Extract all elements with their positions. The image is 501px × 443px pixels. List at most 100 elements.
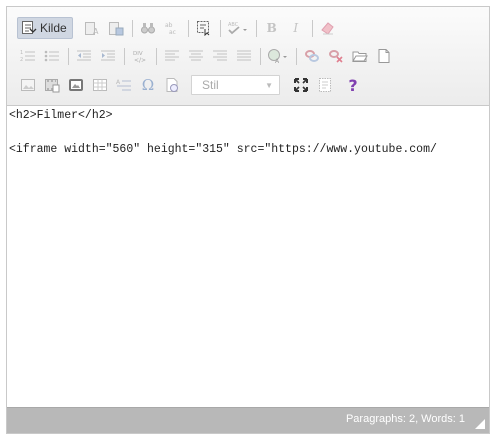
- link-icon: [305, 50, 319, 62]
- unlink-icon: [329, 50, 343, 63]
- image-button[interactable]: [17, 75, 39, 95]
- italic-button[interactable]: I: [285, 18, 307, 38]
- iframe-button[interactable]: [65, 75, 87, 95]
- numbered-list-button[interactable]: 1 2: [17, 46, 39, 66]
- svg-text:A: A: [116, 79, 121, 86]
- align-left-icon: [165, 50, 179, 61]
- separator: [131, 19, 133, 37]
- indent-icon: [101, 50, 115, 61]
- paste-text-button[interactable]: A: [81, 18, 103, 38]
- select-all-button[interactable]: [193, 18, 215, 38]
- anchor-button[interactable]: [349, 46, 371, 66]
- paste-from-word-icon: [108, 22, 124, 36]
- horizontal-rule-icon: A: [116, 79, 131, 91]
- table-button[interactable]: [89, 75, 111, 95]
- rich-text-editor: Kilde A ab ac ABC B I 1 2 DIV </> A A Ω …: [6, 6, 490, 434]
- editor-toolbar: Kilde A ab ac ABC B I 1 2 DIV </> A A Ω …: [7, 7, 489, 106]
- svg-text:A: A: [275, 58, 280, 64]
- align-center-icon: [189, 50, 203, 61]
- replace-icon: ab ac: [165, 22, 176, 36]
- style-select[interactable]: Stil ▼: [191, 75, 280, 95]
- outdent-icon: [77, 50, 91, 61]
- bold-icon: B: [266, 21, 277, 35]
- align-left-button[interactable]: [161, 46, 183, 66]
- outdent-button[interactable]: [73, 46, 95, 66]
- help-icon: ?: [348, 75, 358, 95]
- spellcheck-icon: ABC: [228, 22, 247, 35]
- maximize-button[interactable]: [290, 75, 312, 95]
- style-select-value: Stil: [202, 78, 219, 92]
- omega-icon: Ω: [141, 76, 155, 94]
- flash-button[interactable]: [41, 75, 63, 95]
- separator: [311, 19, 313, 37]
- replace-button[interactable]: ab ac: [161, 18, 183, 38]
- separator: [219, 19, 221, 37]
- language-button[interactable]: A: [265, 46, 291, 66]
- horizontal-rule-button[interactable]: A: [113, 75, 135, 95]
- align-right-button[interactable]: [209, 46, 231, 66]
- paste-text-icon: A: [84, 22, 99, 36]
- binoculars-icon: [140, 23, 155, 34]
- table-icon: [93, 79, 107, 91]
- separator: [255, 19, 257, 37]
- link-button[interactable]: [301, 46, 323, 66]
- maximize-icon: [294, 78, 308, 92]
- indent-button[interactable]: [97, 46, 119, 66]
- new-page-button[interactable]: [373, 46, 395, 66]
- show-blocks-button[interactable]: [314, 75, 336, 95]
- source-editing-area[interactable]: <h2>Filmer</h2> <iframe width="560" heig…: [7, 106, 489, 408]
- film-icon: [45, 79, 60, 93]
- spellcheck-button[interactable]: ABC: [225, 18, 251, 38]
- source-line: <iframe width="560" height="315" src="ht…: [9, 143, 437, 156]
- svg-text:ac: ac: [169, 29, 176, 36]
- iframe-icon: [69, 79, 83, 91]
- language-icon: A: [268, 49, 287, 64]
- svg-text:1: 1: [20, 50, 23, 56]
- justify-icon: [237, 50, 251, 61]
- create-div-button[interactable]: DIV </>: [129, 46, 151, 66]
- toolbar-row-2: 1 2 DIV </> A: [17, 45, 397, 67]
- separator: [68, 47, 69, 65]
- svg-text:ab: ab: [165, 22, 173, 29]
- separator: [296, 47, 297, 65]
- unlink-button[interactable]: [325, 46, 347, 66]
- toolbar-row-1: Kilde A ab ac ABC B I: [17, 17, 341, 39]
- svg-text:A: A: [93, 27, 99, 36]
- svg-text:</>: </>: [134, 57, 146, 64]
- align-center-button[interactable]: [185, 46, 207, 66]
- find-button[interactable]: [137, 18, 159, 38]
- source-icon: [22, 21, 37, 34]
- show-blocks-icon: [319, 78, 331, 92]
- separator: [156, 47, 157, 65]
- status-bar: Paragraphs: 2, Words: 1: [7, 407, 489, 433]
- svg-text:ABC: ABC: [228, 22, 239, 28]
- bulleted-list-button[interactable]: [41, 46, 63, 66]
- eraser-icon: [320, 22, 334, 35]
- svg-text:2: 2: [20, 57, 23, 63]
- page-break-icon: [166, 78, 178, 92]
- word-count: Paragraphs: 2, Words: 1: [345, 413, 465, 425]
- select-all-icon: [196, 21, 210, 36]
- special-char-button[interactable]: Ω: [137, 75, 159, 95]
- new-page-icon: [378, 49, 390, 63]
- source-button[interactable]: Kilde: [17, 17, 73, 39]
- bold-button[interactable]: B: [261, 18, 283, 38]
- folder-icon: [352, 51, 368, 62]
- div-container-icon: DIV </>: [133, 51, 146, 64]
- source-button-label: Kilde: [40, 21, 67, 35]
- help-button[interactable]: ?: [342, 75, 364, 95]
- resize-grip-icon[interactable]: [475, 419, 485, 429]
- image-icon: [21, 79, 35, 91]
- separator: [124, 47, 125, 65]
- source-line: [7, 123, 489, 140]
- separator: [260, 47, 261, 65]
- paste-from-word-button[interactable]: [105, 18, 127, 38]
- chevron-down-icon: ▼: [265, 80, 273, 90]
- page-break-button[interactable]: [161, 75, 183, 95]
- bulleted-list-icon: [44, 50, 59, 62]
- remove-format-button[interactable]: [317, 18, 339, 38]
- align-right-icon: [213, 50, 227, 61]
- toolbar-row-3: A Ω Stil ▼ ?: [17, 74, 366, 96]
- justify-button[interactable]: [233, 46, 255, 66]
- numbered-list-icon: 1 2: [20, 50, 35, 63]
